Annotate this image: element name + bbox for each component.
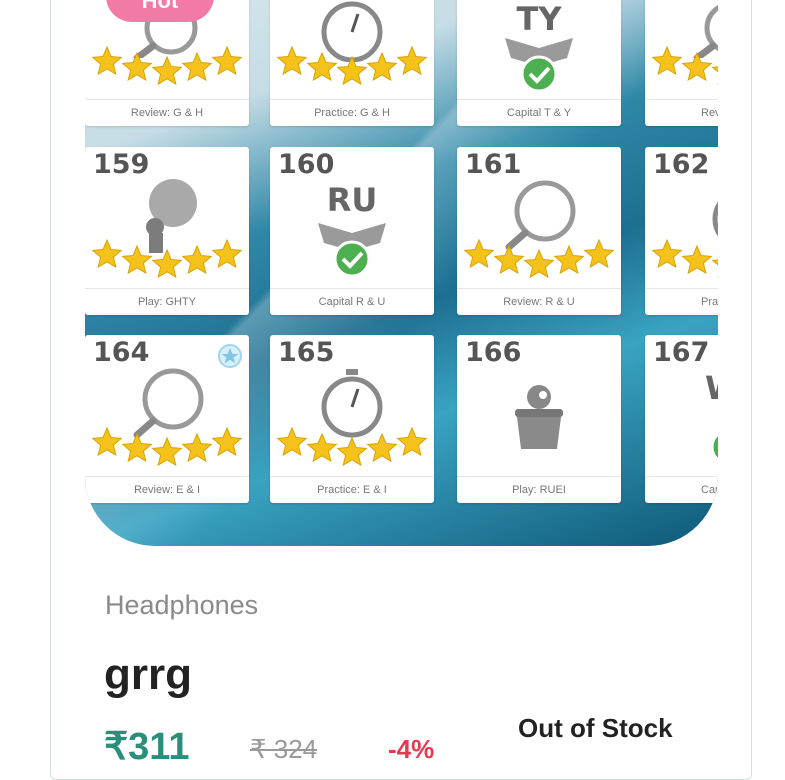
- rating-star-icon: [336, 55, 368, 86]
- lesson-tile[interactable]: Practice: G & H: [270, 0, 434, 126]
- product-image[interactable]: Review: G & H Practice: G & H TY Capital…: [85, 0, 718, 546]
- rating-star-icon: [396, 46, 428, 76]
- rating-star-icon: [463, 239, 495, 269]
- product-title[interactable]: grrg: [104, 650, 192, 700]
- tile-label: Practice: E & I: [270, 476, 434, 503]
- gem-badge-icon: [218, 344, 242, 368]
- rating-star-icon: [276, 427, 308, 457]
- lesson-tile[interactable]: 167 W Capit: [645, 335, 718, 503]
- rating-star-icon: [181, 244, 213, 275]
- rating-star-icon: [336, 436, 368, 467]
- tile-label: Practi: [645, 288, 718, 315]
- lesson-tile[interactable]: 165 Practice: E & I: [270, 335, 434, 503]
- rating-star-icon: [651, 239, 683, 269]
- tile-letters: RU: [326, 181, 378, 219]
- rating-star-icon: [121, 432, 153, 463]
- star-rating: [91, 239, 243, 279]
- bird-pot-icon: [515, 385, 563, 449]
- star-rating: [463, 239, 615, 279]
- rating-star-icon: [651, 46, 683, 76]
- hot-badge: Hot: [106, 0, 214, 22]
- rating-star-icon: [91, 239, 123, 269]
- rating-star-icon: [396, 427, 428, 457]
- rating-star-icon: [211, 239, 243, 269]
- rating-star-icon: [493, 244, 525, 275]
- rating-star-icon: [366, 432, 398, 463]
- tile-label: Play: RUEI: [457, 476, 621, 503]
- tile-label: Review: G & H: [85, 99, 249, 126]
- tile-letters: W: [705, 369, 718, 407]
- rating-star-icon: [711, 66, 718, 86]
- product-price: ₹311: [104, 726, 190, 768]
- tile-label: Play: GHTY: [85, 288, 249, 315]
- rating-star-icon: [151, 55, 183, 86]
- rating-star-icon: [681, 51, 713, 82]
- tile-number: 162: [653, 149, 710, 180]
- rating-star-icon: [211, 427, 243, 457]
- tile-label: Capit: [645, 476, 718, 503]
- star-rating: [276, 46, 428, 86]
- rating-star-icon: [583, 239, 615, 269]
- lesson-tile[interactable]: TY Capital T & Y: [457, 0, 621, 126]
- tile-number: 161: [465, 149, 522, 180]
- star-rating: [91, 427, 243, 467]
- rating-star-icon: [276, 46, 308, 76]
- box-check-icon: [710, 432, 718, 462]
- rating-star-icon: [211, 46, 243, 76]
- tile-number: 165: [278, 337, 335, 368]
- stock-status: Out of Stock: [518, 713, 673, 743]
- rating-star-icon: [681, 244, 713, 275]
- rating-star-icon: [91, 427, 123, 457]
- lesson-tile[interactable]: 164 Review: E & I: [85, 335, 249, 503]
- rating-star-icon: [91, 46, 123, 76]
- star-rating: [91, 46, 243, 86]
- tile-number: 160: [278, 149, 335, 180]
- star-rating: [276, 427, 428, 467]
- rating-star-icon: [523, 248, 555, 279]
- lesson-tile[interactable]: 159 Play: GHTY: [85, 147, 249, 315]
- tile-label: Review: E & I: [85, 476, 249, 503]
- star-rating: [651, 46, 718, 86]
- rating-star-icon: [181, 432, 213, 463]
- rating-star-icon: [121, 244, 153, 275]
- rating-star-icon: [553, 244, 585, 275]
- tile-label: Revie: [645, 99, 718, 126]
- star-rating: [651, 239, 718, 279]
- product-category[interactable]: Headphones: [105, 590, 258, 621]
- rating-star-icon: [181, 51, 213, 82]
- lesson-tile[interactable]: 161 Review: R & U: [457, 147, 621, 315]
- box-check-icon: [505, 38, 573, 93]
- box-check-icon: [318, 223, 386, 278]
- rating-star-icon: [121, 51, 153, 82]
- lesson-tile[interactable]: 166 Play: RUEI: [457, 335, 621, 503]
- lesson-tile[interactable]: Revie: [645, 0, 718, 126]
- tile-number: 167: [653, 337, 710, 368]
- lesson-tile[interactable]: 162 Practi: [645, 147, 718, 315]
- lesson-tile[interactable]: 160 RU Capital R & U: [270, 147, 434, 315]
- tile-label: Capital T & Y: [457, 99, 621, 126]
- rating-star-icon: [366, 51, 398, 82]
- rating-star-icon: [306, 432, 338, 463]
- tile-label: Capital R & U: [270, 288, 434, 315]
- tile-number: 166: [465, 337, 522, 368]
- tile-label: Practice: G & H: [270, 99, 434, 126]
- tile-label: Review: R & U: [457, 288, 621, 315]
- rating-star-icon: [151, 248, 183, 279]
- tile-number: 164: [93, 337, 150, 368]
- rating-star-icon: [306, 51, 338, 82]
- tile-number: 159: [93, 149, 150, 180]
- rating-star-icon: [151, 436, 183, 467]
- rating-star-icon: [711, 259, 718, 279]
